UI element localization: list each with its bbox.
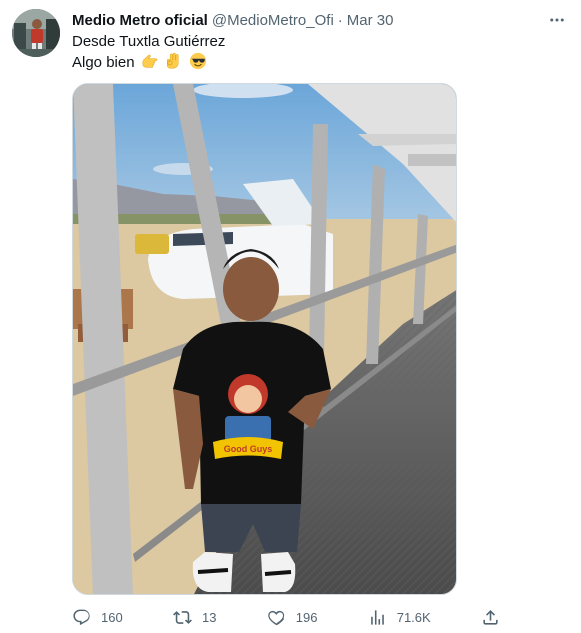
- separator-dot: ·: [337, 11, 343, 29]
- like-icon: [267, 610, 284, 625]
- shirt-graphic-text: Good Guys: [224, 444, 273, 454]
- tweet-text-line-2-text: Algo bien: [72, 54, 135, 71]
- tweet-text: Desde Tuxtla Gutiérrez Algo bien: [72, 31, 225, 73]
- like-count: 196: [295, 609, 318, 625]
- display-name[interactable]: Medio Metro oficial: [72, 12, 208, 29]
- tweet-header: Medio Metro oficial @MedioMetro_Ofi · Ma…: [72, 10, 541, 30]
- share-icon: [483, 609, 498, 625]
- tweet-actions: 160 13 196 71.6K: [72, 606, 500, 628]
- reply-count: 160: [101, 609, 123, 625]
- backhand-pointing-left-emoji-icon: [141, 52, 159, 76]
- ok-hand-emoji-icon: [165, 52, 183, 76]
- like-button[interactable]: 196: [267, 608, 318, 627]
- tweet-text-line-1: Desde Tuxtla Gutiérrez: [72, 33, 226, 50]
- views-icon: [370, 609, 384, 625]
- avatar[interactable]: [12, 9, 60, 57]
- photo-scene: Good Guys: [73, 84, 456, 594]
- tweet[interactable]: Medio Metro oficial @MedioMetro_Ofi · Ma…: [0, 0, 581, 633]
- retweet-count: 13: [201, 609, 217, 625]
- more-icon[interactable]: [545, 8, 569, 32]
- tweet-date[interactable]: Mar 30: [347, 12, 394, 29]
- sunglasses-face-emoji-icon: [189, 52, 207, 76]
- avatar-image: [12, 9, 60, 57]
- views-button[interactable]: 71.6K: [368, 608, 431, 627]
- views-count: 71.6K: [396, 609, 431, 625]
- retweet-icon: [173, 610, 192, 624]
- user-handle[interactable]: @MedioMetro_Ofi: [212, 12, 334, 29]
- tweet-text-line-2: Algo bien: [72, 52, 225, 73]
- share-button[interactable]: [481, 608, 500, 627]
- reply-button[interactable]: 160: [72, 608, 123, 627]
- reply-icon: [73, 609, 90, 625]
- tweet-photo[interactable]: Good Guys: [72, 83, 457, 595]
- retweet-button[interactable]: 13: [173, 608, 216, 627]
